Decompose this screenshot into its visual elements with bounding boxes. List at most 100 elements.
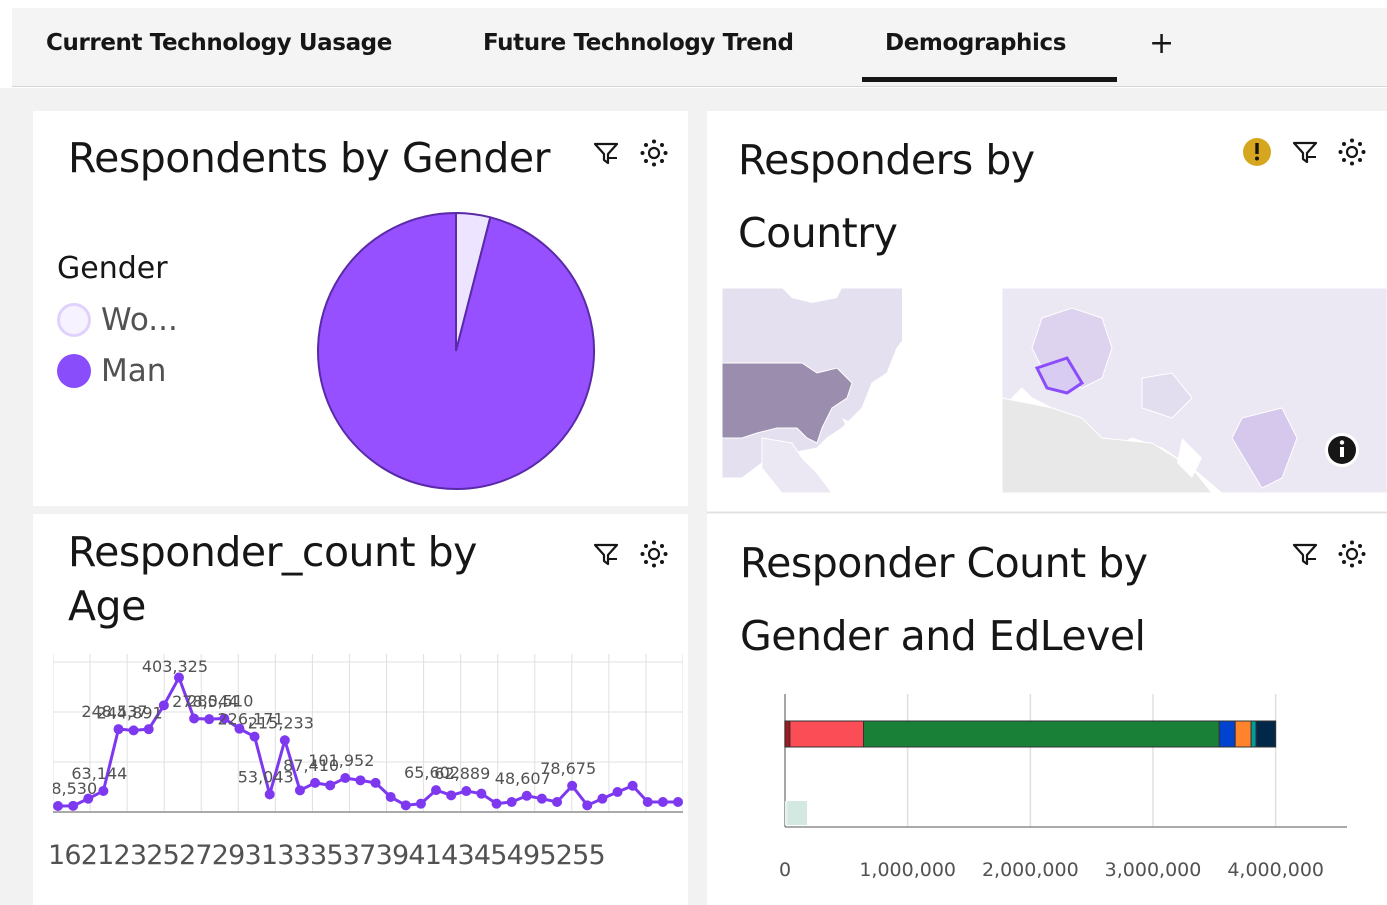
edlevel-x-tick-label: 2,000,000 xyxy=(982,859,1079,881)
edlevel-x-tick-label: 4,000,000 xyxy=(1227,859,1324,881)
age-data-point[interactable] xyxy=(521,790,532,801)
legend-label: Man xyxy=(101,353,167,389)
add-tab-button[interactable]: + xyxy=(1149,26,1174,61)
edlevel-bar-segment[interactable] xyxy=(789,720,865,748)
age-data-point[interactable] xyxy=(431,785,442,796)
age-x-axis-labels: 1621232527293133353739414345495255 xyxy=(48,840,606,871)
age-data-label: 78,675 xyxy=(540,759,596,778)
age-data-point[interactable] xyxy=(143,724,154,735)
age-data-point[interactable] xyxy=(128,725,139,736)
edlevel-card: Responder Count by Gender and EdLevel 0 1… xyxy=(707,514,1387,905)
age-data-label: 215,233 xyxy=(248,713,314,732)
tab-demographics[interactable]: Demographics xyxy=(885,30,1066,56)
age-data-point[interactable] xyxy=(264,789,275,800)
edlevel-bar-segment[interactable] xyxy=(1255,720,1277,748)
tab-current-technology-usage[interactable]: Current Technology Uasage xyxy=(46,30,392,56)
age-data-point[interactable] xyxy=(68,800,79,811)
age-data-point[interactable] xyxy=(204,714,215,725)
age-data-point[interactable] xyxy=(370,777,381,788)
filter-icon[interactable] xyxy=(591,539,621,569)
edlevel-bar-segment[interactable] xyxy=(1234,720,1252,748)
age-data-point[interactable] xyxy=(567,780,578,791)
legend-item-man[interactable]: Man xyxy=(57,353,166,389)
edlevel-bar-segment[interactable] xyxy=(1218,720,1236,748)
settings-icon[interactable] xyxy=(639,539,669,569)
age-data-point[interactable] xyxy=(446,790,457,801)
age-card-title-line1: Responder_count by xyxy=(68,528,477,576)
age-data-point[interactable] xyxy=(612,787,623,797)
gender-card-title: Respondents by Gender xyxy=(68,134,550,182)
age-data-point[interactable] xyxy=(552,797,563,807)
edlevel-bar-segment[interactable] xyxy=(1250,720,1257,748)
age-data-point[interactable] xyxy=(582,800,593,811)
settings-icon[interactable] xyxy=(1337,137,1367,167)
age-data-point[interactable] xyxy=(657,797,668,807)
age-data-point[interactable] xyxy=(627,780,638,791)
legend-swatch xyxy=(57,354,91,388)
age-data-point[interactable] xyxy=(536,793,547,804)
edlevel-bar-chart: 0 1,000,000 2,000,000 3,000,000 4,000,000 xyxy=(779,694,1347,881)
age-data-label: 101,952 xyxy=(308,751,374,770)
eurasia-africa-region xyxy=(1001,288,1387,493)
edlevel-bar-segment[interactable] xyxy=(784,720,791,748)
age-data-point[interactable] xyxy=(325,780,336,791)
edlevel-x-tick-label: 0 xyxy=(779,859,791,881)
edlevel-bar-segment[interactable] xyxy=(863,720,1220,748)
country-map[interactable] xyxy=(722,288,1387,493)
legend-label: Wo... xyxy=(101,302,178,338)
tab-future-technology-trend[interactable]: Future Technology Trend xyxy=(483,30,794,56)
age-data-point[interactable] xyxy=(476,788,487,799)
tab-bar: Current Technology Uasage Future Technol… xyxy=(12,8,1387,87)
age-data-point[interactable] xyxy=(400,800,411,811)
settings-icon[interactable] xyxy=(1337,539,1367,569)
filter-icon[interactable] xyxy=(1290,539,1320,569)
age-data-label: 403,325 xyxy=(142,657,208,676)
age-data-point[interactable] xyxy=(279,735,290,746)
legend-item-woman[interactable]: Wo... xyxy=(57,302,178,338)
age-data-label: 62,889 xyxy=(434,764,490,783)
gender-pie-chart xyxy=(317,211,595,490)
country-card: Responders by Country xyxy=(707,111,1387,511)
age-data-point[interactable] xyxy=(673,797,683,807)
card-divider xyxy=(707,512,1387,513)
edlevel-card-title-line2: Gender and EdLevel xyxy=(740,612,1146,660)
age-data-point[interactable] xyxy=(506,797,517,807)
age-data-label: 244,891 xyxy=(97,703,163,722)
age-data-point[interactable] xyxy=(53,801,63,811)
info-icon[interactable] xyxy=(1328,436,1356,464)
age-data-point[interactable] xyxy=(385,792,396,802)
age-data-point[interactable] xyxy=(415,798,426,809)
settings-icon[interactable] xyxy=(639,138,669,168)
age-data-label: 280,510 xyxy=(187,691,253,710)
age-card: Responder_count by Age 18,53063,144248,5… xyxy=(33,514,688,905)
age-card-title-line2: Age xyxy=(68,582,146,630)
age-data-point[interactable] xyxy=(461,786,472,797)
age-data-point[interactable] xyxy=(310,777,321,788)
age-data-point[interactable] xyxy=(189,713,200,724)
age-data-point[interactable] xyxy=(355,775,366,786)
active-tab-indicator xyxy=(862,77,1117,82)
age-data-point[interactable] xyxy=(113,724,124,735)
warning-icon[interactable] xyxy=(1242,137,1272,167)
edlevel-bar-segment[interactable] xyxy=(787,801,808,825)
age-data-point[interactable] xyxy=(98,785,109,796)
age-data-point[interactable] xyxy=(597,793,608,804)
age-data-point[interactable] xyxy=(249,731,260,742)
edlevel-bar-segment[interactable] xyxy=(785,801,788,825)
filter-icon[interactable] xyxy=(591,138,621,168)
age-data-point[interactable] xyxy=(340,773,351,784)
filter-icon[interactable] xyxy=(1290,137,1320,167)
age-data-point[interactable] xyxy=(491,798,502,809)
age-line-chart: 18,53063,144248,537244,891403,325278,544… xyxy=(53,654,683,813)
pie-slice-man[interactable] xyxy=(317,211,595,490)
edlevel-x-tick-label: 3,000,000 xyxy=(1105,859,1202,881)
country-card-title-line2: Country xyxy=(738,209,898,257)
age-series-line xyxy=(57,673,678,808)
gender-legend-title: Gender xyxy=(57,251,168,286)
age-data-point[interactable] xyxy=(294,785,305,796)
edlevel-x-tick-label: 1,000,000 xyxy=(859,859,956,881)
country-card-title-line1: Responders by xyxy=(738,136,1035,184)
age-data-label: 63,144 xyxy=(71,764,127,783)
legend-swatch xyxy=(57,303,91,337)
age-data-point[interactable] xyxy=(642,797,653,807)
